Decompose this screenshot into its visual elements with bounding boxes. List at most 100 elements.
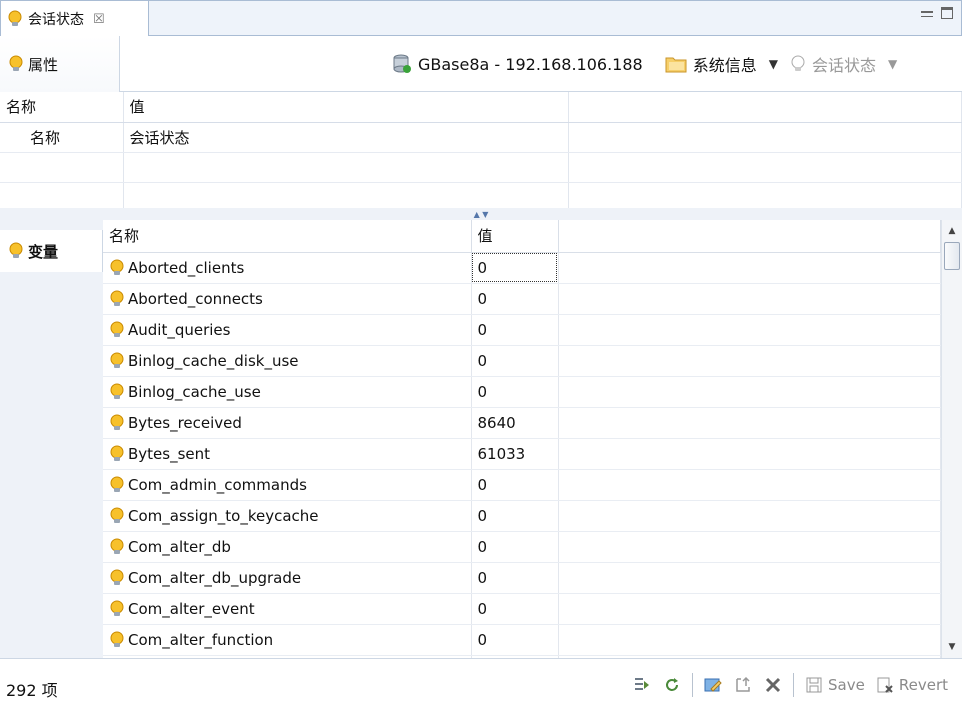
filter-icon[interactable] [632, 675, 652, 695]
lightbulb-icon [109, 600, 125, 618]
variable-name: Audit_queries [128, 320, 231, 339]
revert-icon [875, 675, 895, 695]
lightbulb-icon [790, 55, 806, 73]
table-row[interactable]: Com_alter_function 0 [103, 624, 941, 656]
delete-icon[interactable] [763, 675, 783, 695]
minimize-icon[interactable] [921, 11, 933, 17]
revert-label: Revert [898, 676, 948, 694]
table-row[interactable]: Com_assign_to_keycache 0 [103, 500, 941, 532]
system-info-menu[interactable]: 系统信息 [693, 52, 757, 76]
properties-header: 属性 GBase8a - 192.168.106.188 系统信息 ▼ 会话状态… [0, 36, 962, 92]
lightbulb-icon [109, 290, 125, 308]
variable-value[interactable]: 0 [471, 252, 559, 284]
refresh-icon[interactable] [662, 675, 682, 695]
table-row[interactable]: Bytes_sent 61033 [103, 438, 941, 470]
variable-value[interactable]: 0 [471, 376, 559, 408]
scrollbar-thumb[interactable] [944, 242, 960, 270]
status-toolbar: Save Revert [632, 673, 948, 697]
database-icon [392, 54, 412, 74]
table-row[interactable]: Aborted_connects 0 [103, 283, 941, 315]
variable-value[interactable]: 0 [471, 562, 559, 594]
variable-value[interactable]: 0 [471, 531, 559, 563]
scroll-down-icon[interactable]: ▼ [942, 638, 962, 656]
table-row[interactable]: 名称 会话状态 [0, 122, 962, 153]
variable-name: Binlog_cache_disk_use [128, 351, 299, 370]
variable-value[interactable]: 61033 [471, 438, 559, 470]
table-row[interactable]: Com_alter_db_upgrade 0 [103, 562, 941, 594]
variable-name: Com_alter_function [128, 630, 274, 649]
lightbulb-icon [109, 321, 125, 339]
maximize-icon[interactable] [941, 7, 953, 19]
session-status-menu[interactable]: 会话状态 [812, 52, 876, 76]
variable-name: Binlog_cache_use [128, 382, 261, 401]
table-row [0, 152, 962, 183]
column-header-name[interactable]: 名称 [103, 220, 472, 253]
scroll-up-icon[interactable]: ▲ [942, 222, 962, 240]
variable-name: Com_alter_db_upgrade [128, 568, 302, 587]
table-row[interactable]: Aborted_clients 0 [103, 252, 941, 284]
collapse-arrows-icon[interactable]: ▲ ▼ [474, 210, 489, 219]
lightbulb-icon [8, 55, 24, 73]
connection-label[interactable]: GBase8a - 192.168.106.188 [418, 55, 643, 74]
column-header-name[interactable]: 名称 [0, 92, 124, 123]
save-label: Save [828, 676, 865, 694]
variable-value[interactable]: 0 [471, 469, 559, 501]
table-row[interactable]: Com_admin_commands 0 [103, 469, 941, 501]
variable-value[interactable]: 0 [471, 500, 559, 532]
splitter[interactable]: ▲ ▼ [0, 208, 962, 220]
chevron-down-icon[interactable]: ▼ [888, 57, 897, 71]
tab-properties-label: 属性 [28, 55, 59, 74]
variable-value[interactable]: 0 [471, 345, 559, 377]
table-row[interactable]: Com_alter_event 0 [103, 593, 941, 625]
tab-properties[interactable]: 属性 [0, 36, 120, 92]
lightbulb-icon [109, 414, 125, 432]
add-row-icon[interactable] [733, 675, 753, 695]
variables-table: 名称 值 Aborted_clients 0 Aborted_connects 0 Au… [103, 220, 941, 658]
column-header-value[interactable]: 值 [123, 92, 569, 123]
lightbulb-icon [109, 383, 125, 401]
lightbulb-icon [109, 631, 125, 649]
lightbulb-icon [109, 445, 125, 463]
table-row[interactable]: Audit_queries 0 [103, 314, 941, 346]
revert-button[interactable]: Revert [875, 675, 948, 695]
variable-name: Bytes_received [128, 413, 242, 432]
variable-value[interactable]: 0 [471, 624, 559, 656]
vertical-scrollbar[interactable]: ▲ ▼ [941, 220, 962, 658]
variable-name: Aborted_clients [128, 258, 245, 277]
lightbulb-icon [7, 10, 23, 28]
tab-variables[interactable]: 变量 [0, 230, 103, 272]
variable-name: Com_alter_event [128, 599, 255, 618]
column-header-value[interactable]: 值 [471, 220, 559, 253]
table-row[interactable]: Bytes_received 8640 [103, 407, 941, 439]
property-name: 名称 [0, 122, 124, 153]
item-count: 292 项 [6, 681, 58, 700]
edit-icon[interactable] [703, 675, 723, 695]
table-row[interactable]: Binlog_cache_disk_use 0 [103, 345, 941, 377]
variable-name: Com_admin_commands [128, 475, 307, 494]
save-icon [804, 675, 824, 695]
view-tab-session-status[interactable]: 会话状态 ☒ [1, 1, 149, 37]
close-icon[interactable]: ☒ [93, 12, 105, 27]
variable-name: Aborted_connects [128, 289, 263, 308]
variable-name: Bytes_sent [128, 444, 211, 463]
lightbulb-icon [109, 259, 125, 277]
property-value: 会话状态 [123, 122, 569, 153]
view-tab-title: 会话状态 [28, 12, 84, 28]
variable-name: Com_assign_to_keycache [128, 506, 319, 525]
variable-name: Com_alter_db [128, 537, 231, 556]
save-button[interactable]: Save [804, 675, 865, 695]
lightbulb-icon [109, 538, 125, 556]
variable-value[interactable]: 8640 [471, 407, 559, 439]
variable-value[interactable]: 0 [471, 593, 559, 625]
toolbar: GBase8a - 192.168.106.188 系统信息 ▼ 会话状态 ▼ [392, 36, 903, 92]
tab-variables-label: 变量 [28, 242, 59, 261]
lightbulb-icon [8, 242, 24, 260]
lightbulb-icon [109, 476, 125, 494]
chevron-down-icon[interactable]: ▼ [769, 57, 778, 71]
variable-value[interactable]: 0 [471, 314, 559, 346]
table-row[interactable]: Com_alter_db 0 [103, 531, 941, 563]
variable-value[interactable]: 0 [471, 283, 559, 315]
table-row[interactable]: Binlog_cache_use 0 [103, 376, 941, 408]
variables-panel: 变量 名称 值 Aborted_clients 0 Aborted_connects… [0, 220, 962, 658]
status-bar: 292 项 Save Revert [0, 658, 962, 717]
